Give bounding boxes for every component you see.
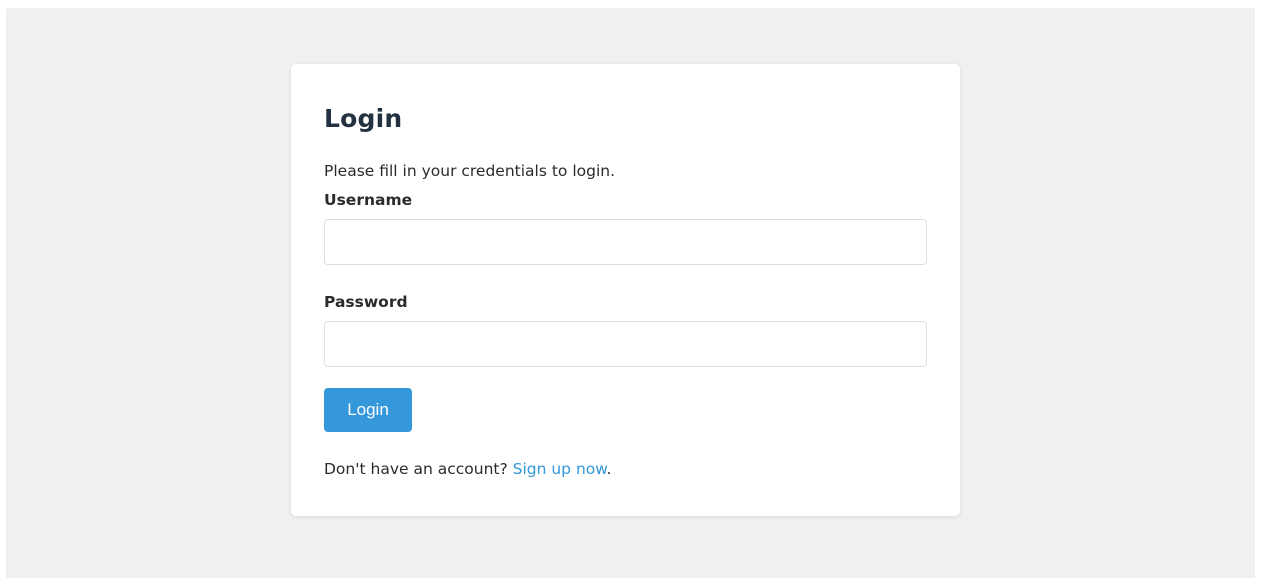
page-background: Login Please fill in your credentials to… bbox=[6, 8, 1255, 578]
page-title: Login bbox=[324, 104, 403, 133]
username-label: Username bbox=[324, 191, 413, 209]
login-button[interactable]: Login bbox=[324, 388, 412, 432]
password-input[interactable] bbox=[324, 321, 927, 367]
password-label: Password bbox=[324, 293, 408, 311]
signup-prompt-suffix: . bbox=[606, 460, 612, 478]
sign-up-link[interactable]: Sign up now bbox=[513, 460, 607, 478]
signup-prompt-text: Don't have an account? bbox=[324, 460, 513, 478]
form-instructions: Please fill in your credentials to login… bbox=[324, 162, 616, 180]
login-card: Login Please fill in your credentials to… bbox=[291, 64, 960, 516]
username-input[interactable] bbox=[324, 219, 927, 265]
signup-prompt: Don't have an account? Sign up now. bbox=[324, 460, 611, 478]
